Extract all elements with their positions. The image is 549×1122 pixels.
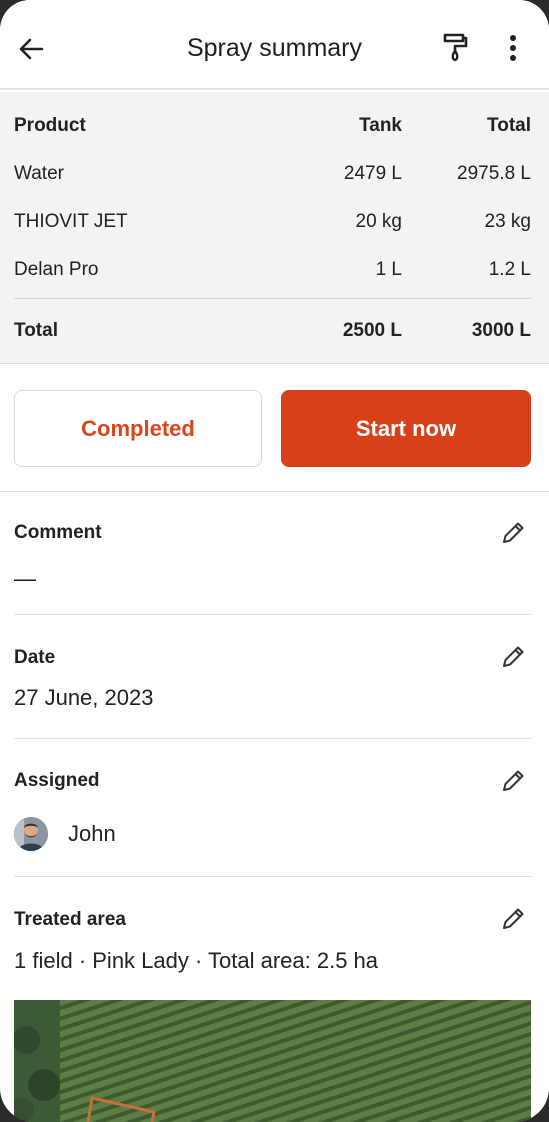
- more-vertical-icon: [510, 35, 516, 61]
- date-label: Date: [14, 647, 56, 668]
- edit-date-button[interactable]: [498, 642, 528, 672]
- column-header-total: Total: [487, 115, 531, 136]
- person-avatar-icon: [14, 817, 48, 851]
- pencil-icon: [503, 522, 524, 543]
- product-total: 2975.8 L: [457, 163, 531, 184]
- product-total: 1.2 L: [488, 259, 531, 280]
- product-name: Delan Pro: [14, 259, 99, 280]
- edit-assigned-button[interactable]: [498, 766, 528, 796]
- section-divider: [14, 738, 531, 739]
- assignee-name: John: [68, 821, 116, 846]
- product-table: Product Tank Total Water 2479 L 2975.8 L…: [0, 92, 549, 364]
- comment-label: Comment: [14, 522, 102, 543]
- section-divider: [14, 876, 531, 877]
- assigned-label: Assigned: [14, 770, 100, 791]
- product-tank: 1 L: [375, 259, 402, 280]
- total-total: 3000 L: [471, 320, 531, 341]
- pencil-icon: [503, 770, 524, 791]
- more-options-button[interactable]: [498, 30, 528, 66]
- product-name: Water: [14, 163, 64, 184]
- section-divider: [0, 491, 549, 492]
- column-header-product: Product: [14, 115, 86, 136]
- paint-roller-icon: [443, 33, 468, 62]
- product-name: THIOVIT JET: [14, 211, 128, 232]
- pencil-icon: [503, 908, 524, 929]
- table-header-row: Product Tank Total: [14, 115, 531, 145]
- avatar: [14, 817, 48, 851]
- product-tank: 2479 L: [343, 163, 402, 184]
- comment-value: —: [14, 566, 36, 591]
- paint-roller-button[interactable]: [438, 30, 472, 66]
- start-now-button[interactable]: Start now: [281, 390, 531, 467]
- table-divider: [14, 298, 531, 299]
- edit-comment-button[interactable]: [498, 518, 528, 548]
- app-header: Spray summary: [0, 0, 549, 90]
- completed-button[interactable]: Completed: [14, 390, 262, 467]
- pencil-icon: [503, 646, 524, 667]
- total-tank: 2500 L: [342, 320, 402, 341]
- field-map[interactable]: [14, 1000, 531, 1122]
- satellite-image: [14, 1000, 531, 1122]
- product-tank: 20 kg: [355, 211, 402, 232]
- total-label: Total: [14, 320, 58, 341]
- table-total-row: Total 2500 L 3000 L: [14, 320, 531, 350]
- table-row: Water 2479 L 2975.8 L: [14, 163, 531, 193]
- section-divider: [14, 614, 531, 615]
- product-total: 23 kg: [484, 211, 531, 232]
- edit-treated-area-button[interactable]: [498, 904, 528, 934]
- treated-area-label: Treated area: [14, 909, 126, 930]
- app-screen: Spray summary Product Tank Total Water 2…: [0, 0, 549, 1122]
- column-header-tank: Tank: [359, 115, 402, 136]
- treated-area-value: 1 field · Pink Lady · Total area: 2.5 ha: [14, 948, 379, 973]
- table-row: Delan Pro 1 L 1.2 L: [14, 259, 531, 289]
- date-value: 27 June, 2023: [14, 685, 154, 710]
- table-row: THIOVIT JET 20 kg 23 kg: [14, 211, 531, 241]
